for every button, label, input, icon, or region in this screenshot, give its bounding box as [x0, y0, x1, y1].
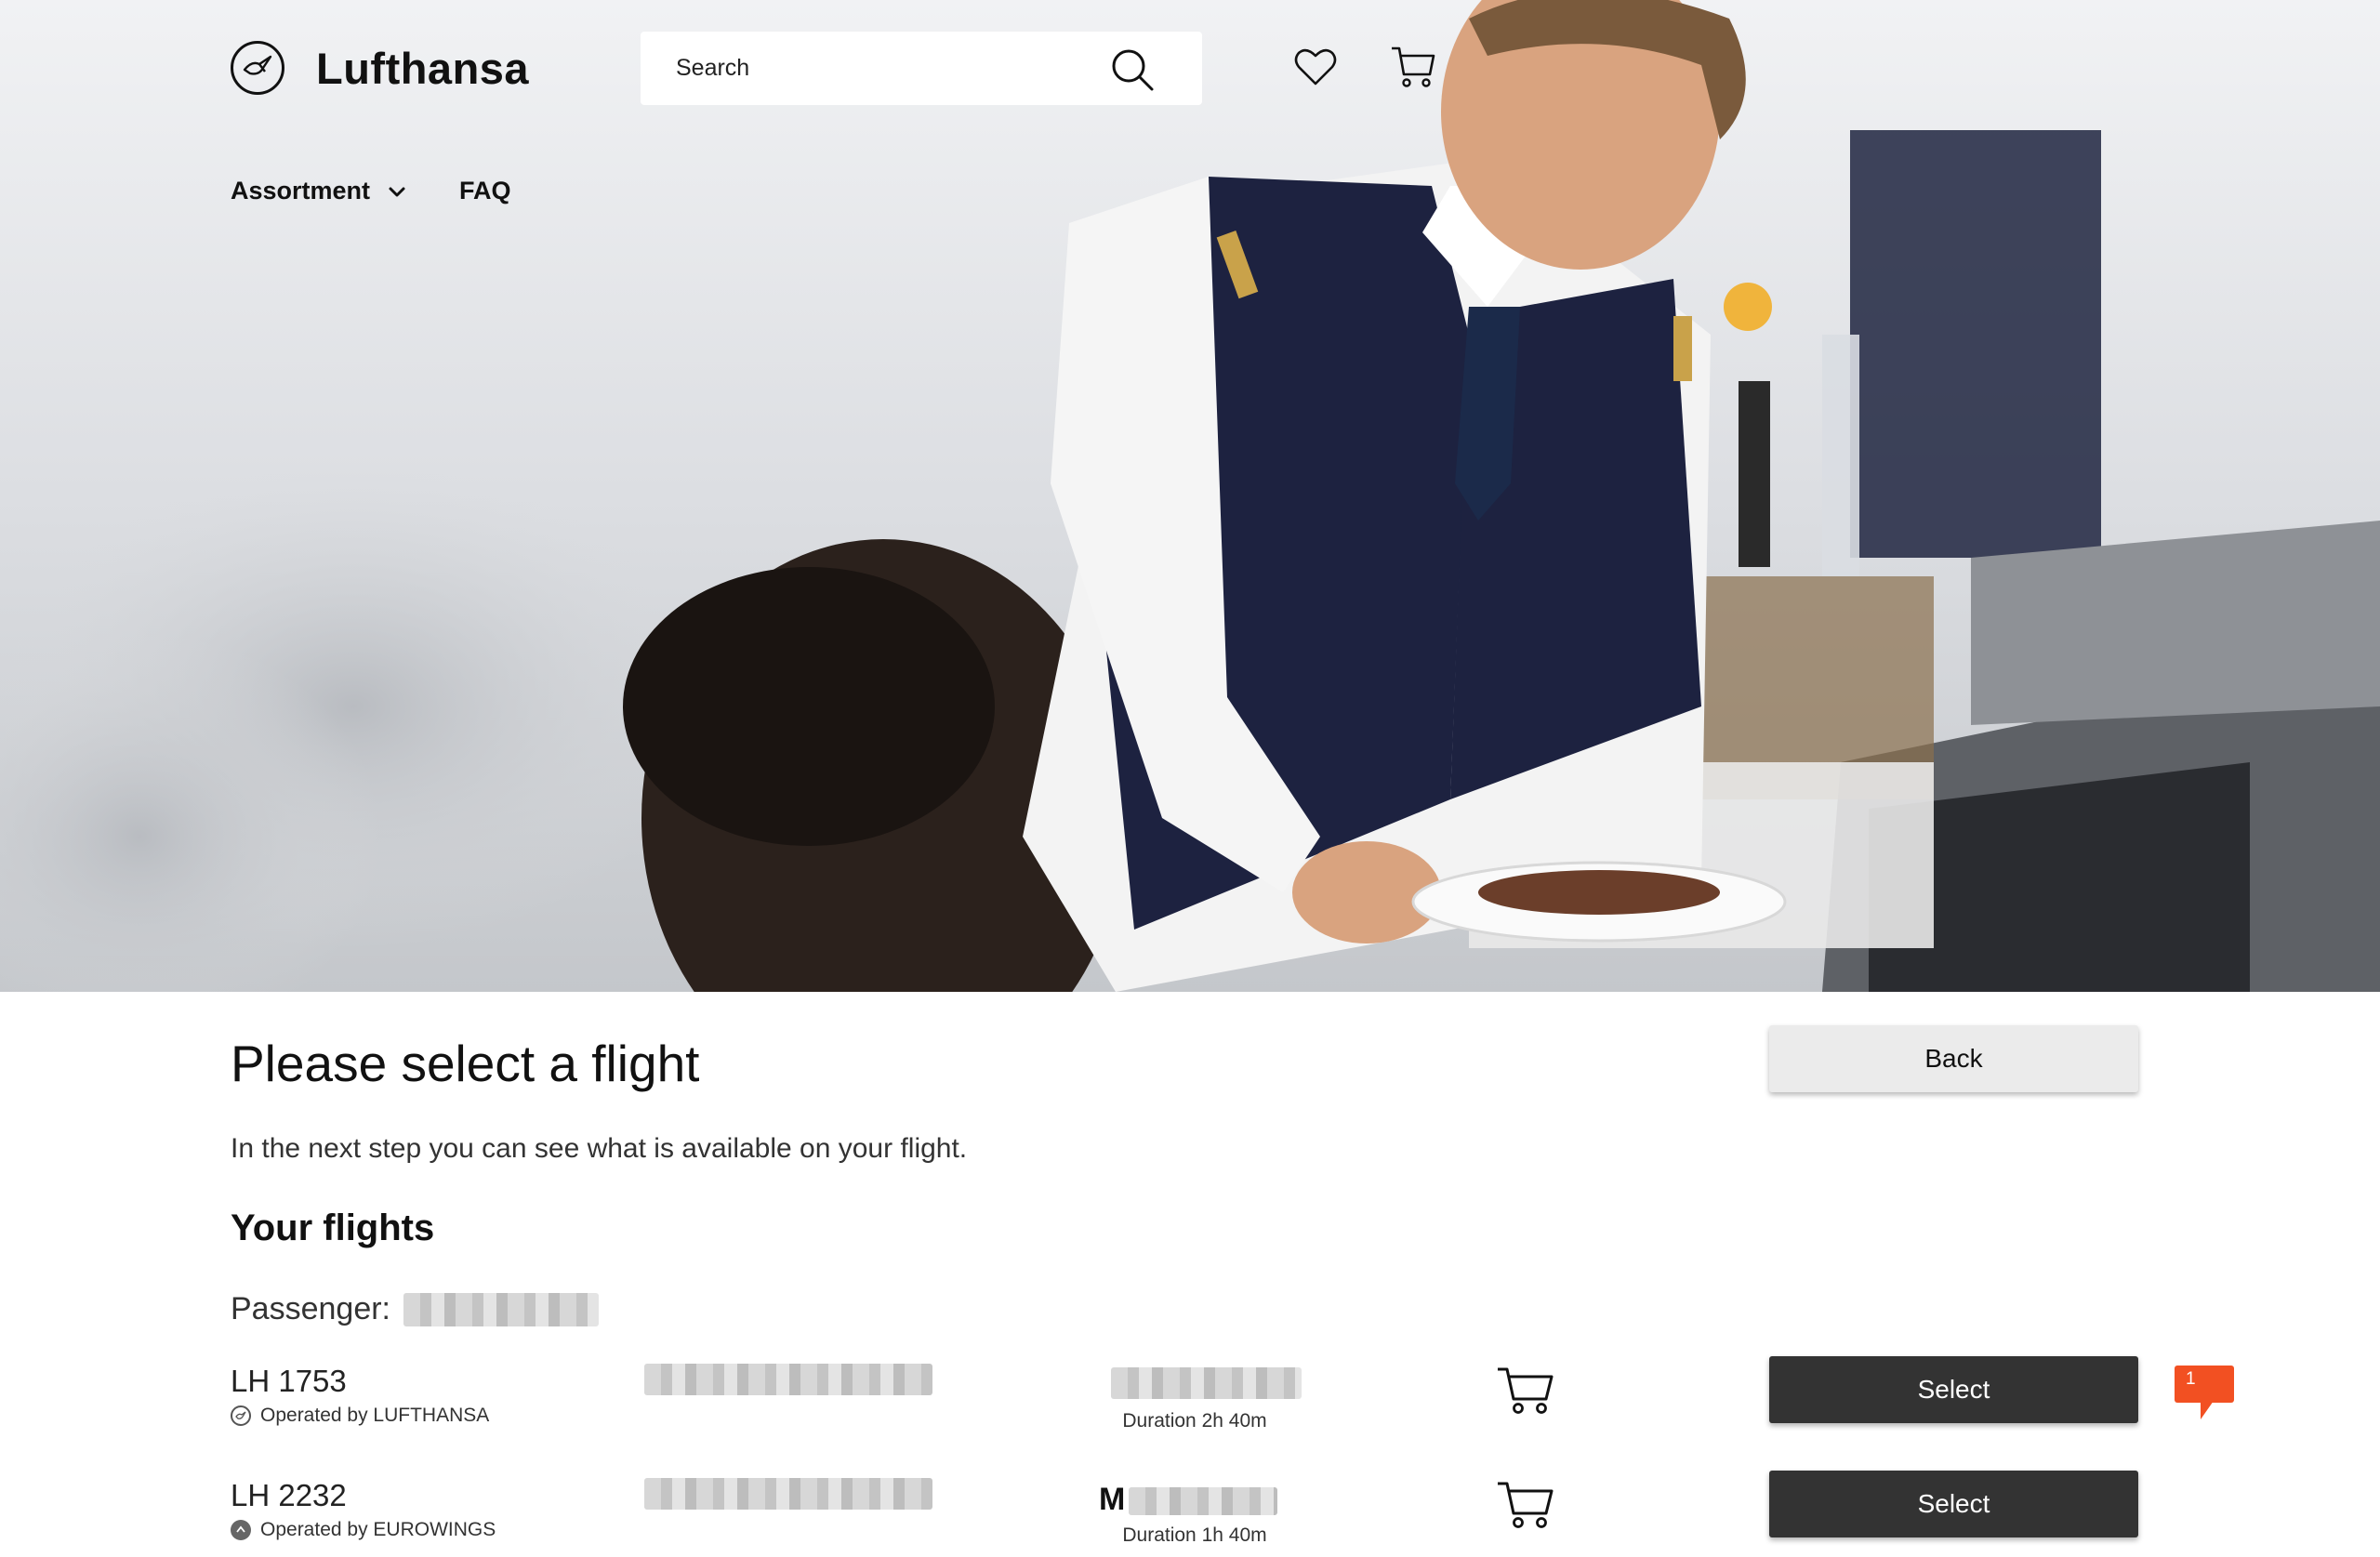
main-nav: Assortment FAQ — [231, 177, 511, 205]
operated-by-label: Operated by LUFTHANSA — [260, 1405, 490, 1426]
site-header: Lufthansa Assortm — [0, 0, 2380, 223]
chevron-down-icon — [389, 187, 405, 196]
page-title: Please select a flight — [231, 1035, 700, 1092]
heart-icon[interactable] — [1291, 43, 1340, 91]
lufthansa-crane-logo — [231, 41, 284, 95]
nav-item-label: FAQ — [459, 177, 511, 205]
flight-duration: Duration 1h 40m — [1122, 1524, 1267, 1546]
eurowings-icon — [231, 1520, 251, 1540]
brand-name: Lufthansa — [316, 43, 530, 93]
passenger-label: Passenger: — [231, 1291, 390, 1326]
search-input[interactable] — [676, 55, 1085, 82]
operated-by-label: Operated by EUROWINGS — [260, 1519, 496, 1540]
route-code-redacted — [1111, 1367, 1302, 1399]
flight-number: LH 1753 — [231, 1364, 347, 1398]
page-subtitle: In the next step you can see what is ava… — [231, 1133, 968, 1164]
nav-item-faq[interactable]: FAQ — [459, 177, 511, 205]
nav-item-label: Assortment — [231, 177, 371, 205]
back-button[interactable]: Back — [1769, 1025, 2138, 1092]
cart-icon[interactable] — [1389, 43, 1437, 91]
nav-item-assortment[interactable]: Assortment — [231, 177, 407, 205]
route-code-redacted — [1129, 1487, 1278, 1516]
flight-row: LH 1753 Operated by LUFTHANSA Duration 2… — [0, 1356, 2380, 1457]
operated-by: Operated by EUROWINGS — [231, 1519, 496, 1541]
cart-icon[interactable] — [1495, 1364, 1556, 1418]
cart-icon[interactable] — [1495, 1478, 1556, 1532]
notification-badge[interactable]: 1 — [2175, 1366, 2234, 1419]
flight-number: LH 2232 — [231, 1478, 347, 1512]
select-flight-button[interactable]: Select — [1769, 1471, 2138, 1537]
lufthansa-crane-icon — [231, 1405, 251, 1426]
route-code: M — [1099, 1482, 1278, 1518]
flight-duration: Duration 2h 40m — [1122, 1410, 1267, 1432]
passenger-row: Passenger: — [231, 1291, 599, 1327]
hero-banner: Lufthansa Assortm — [0, 0, 2380, 992]
flight-row: LH 2232 Operated by EUROWINGS M Duration… — [0, 1471, 2380, 1557]
operated-by: Operated by LUFTHANSA — [231, 1405, 489, 1427]
route-code-prefix: M — [1099, 1482, 1126, 1517]
passenger-name-redacted — [403, 1292, 599, 1326]
section-title: Your flights — [231, 1207, 435, 1248]
search-bar — [641, 32, 1202, 105]
flight-selection: Please select a flight Back In the next … — [0, 992, 2380, 1557]
brand-logo[interactable]: Lufthansa — [231, 41, 529, 95]
select-flight-button[interactable]: Select — [1769, 1356, 2138, 1423]
route-redacted — [644, 1478, 932, 1510]
search-icon[interactable] — [1109, 46, 1156, 93]
route-redacted — [644, 1364, 932, 1395]
